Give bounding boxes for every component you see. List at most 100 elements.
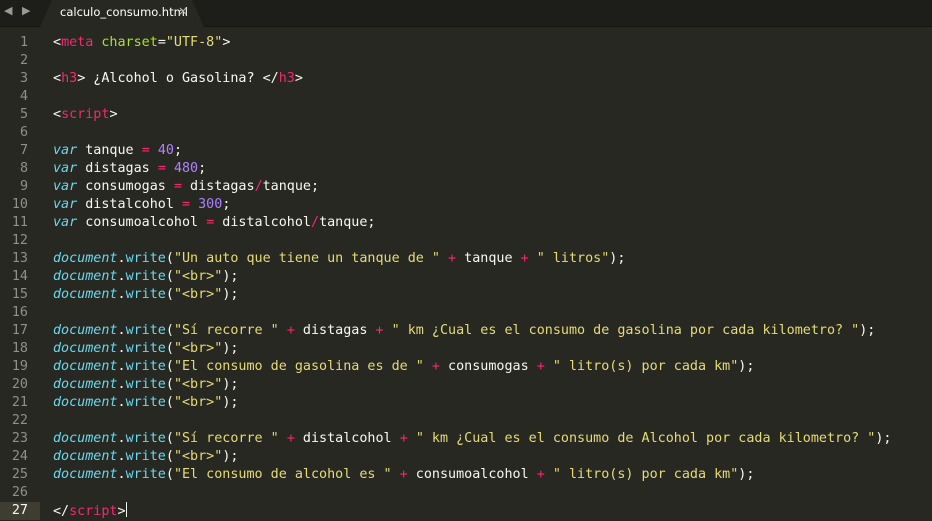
code-line[interactable]: 15 document.write("<br>"); bbox=[0, 286, 932, 304]
tab-calculo-consumo[interactable]: calculo_consumo.html × bbox=[40, 0, 204, 27]
line-number: 19 bbox=[11, 359, 28, 374]
line-number: 9 bbox=[19, 179, 28, 194]
code-line[interactable]: 10 var distalcohol = 300; bbox=[0, 196, 932, 214]
code-line[interactable]: 4 bbox=[0, 88, 932, 106]
code-text: distalcohol bbox=[294, 431, 400, 446]
code-line[interactable]: 25 document.write("El consumo de alcohol … bbox=[0, 466, 932, 484]
tab-label: calculo_consumo.html bbox=[60, 5, 188, 19]
code-text: < bbox=[53, 107, 62, 122]
line-number: 7 bbox=[19, 143, 28, 158]
keyword: document bbox=[53, 431, 118, 446]
code-line[interactable]: 9 var consumogas = distagas/tanque; bbox=[0, 178, 932, 196]
code-line[interactable]: 12 bbox=[0, 232, 932, 250]
code-text: ( bbox=[165, 323, 174, 338]
code-text: ); bbox=[222, 449, 239, 464]
code-line[interactable]: 1 <meta charset="UTF-8"> bbox=[0, 34, 932, 52]
code-text: ( bbox=[165, 395, 174, 410]
code-content: var consumoalcohol = distalcohol/tanque; bbox=[53, 214, 376, 232]
code-text: . bbox=[117, 431, 126, 446]
method-name: write bbox=[125, 341, 166, 356]
operator: + bbox=[399, 467, 408, 482]
code-line[interactable]: 7 var tanque = 40; bbox=[0, 142, 932, 160]
code-text: > bbox=[222, 35, 231, 50]
text-cursor bbox=[125, 502, 127, 517]
code-editor[interactable]: 1 <meta charset="UTF-8"> 2 3 <h3> ¿Alcohol o… bbox=[0, 27, 932, 520]
attribute-name: charset bbox=[101, 35, 158, 50]
tab-nav-arrows-icon[interactable]: ◀ ▶ bbox=[4, 4, 33, 17]
code-content: document.write("Sí recorre " + distalcoh… bbox=[53, 430, 891, 448]
operator: + bbox=[375, 323, 384, 338]
code-content: <meta charset="UTF-8"> bbox=[53, 34, 230, 52]
line-number: 13 bbox=[11, 251, 28, 266]
code-text: . bbox=[117, 449, 126, 464]
code-line[interactable]: 3 <h3> ¿Alcohol o Gasolina? </h3> bbox=[0, 70, 932, 88]
method-name: write bbox=[125, 467, 166, 482]
code-text: > ¿Alcohol o Gasolina? </ bbox=[77, 71, 279, 86]
keyword: document bbox=[53, 323, 118, 338]
code-line[interactable]: 27 </script> bbox=[0, 502, 932, 520]
code-line[interactable]: 19 document.write("El consumo de gasolina… bbox=[0, 358, 932, 376]
code-content: var consumogas = distagas/tanque; bbox=[53, 178, 319, 196]
line-number: 3 bbox=[19, 71, 28, 86]
code-text: ); bbox=[222, 377, 239, 392]
code-line[interactable]: 17 document.write("Sí recorre " + distaga… bbox=[0, 322, 932, 340]
code-line[interactable]: 2 bbox=[0, 52, 932, 70]
code-text: distalcohol bbox=[214, 215, 311, 230]
code-text: = bbox=[157, 35, 166, 50]
code-line[interactable]: 21 document.write("<br>"); bbox=[0, 394, 932, 412]
code-line[interactable]: 5 <script> bbox=[0, 106, 932, 124]
code-line[interactable]: 23 document.write("Sí recorre " + distalc… bbox=[0, 430, 932, 448]
code-line[interactable]: 16 bbox=[0, 304, 932, 322]
code-line[interactable]: 13 document.write("Un auto que tiene un t… bbox=[0, 250, 932, 268]
string-literal: "<br>" bbox=[173, 395, 223, 410]
code-line[interactable]: 14 document.write("<br>"); bbox=[0, 268, 932, 286]
keyword: var bbox=[53, 161, 78, 176]
operator: + bbox=[431, 359, 440, 374]
code-text: ); bbox=[738, 359, 755, 374]
code-text: distalcohol bbox=[77, 197, 182, 212]
method-name: write bbox=[125, 359, 166, 374]
code-line[interactable]: 8 var distagas = 480; bbox=[0, 160, 932, 178]
line-number: 1 bbox=[19, 35, 28, 50]
code-text: ); bbox=[859, 323, 876, 338]
line-number: 25 bbox=[11, 467, 28, 482]
number-literal: 480 bbox=[173, 161, 199, 176]
line-number: 26 bbox=[11, 485, 28, 500]
code-line[interactable]: 6 bbox=[0, 124, 932, 142]
close-icon[interactable]: × bbox=[178, 4, 188, 18]
string-literal: "<br>" bbox=[173, 377, 223, 392]
operator: + bbox=[536, 359, 545, 374]
code-line[interactable]: 11 var consumoalcohol = distalcohol/tanqu… bbox=[0, 214, 932, 232]
tag-name: h3 bbox=[61, 71, 78, 86]
line-number: 17 bbox=[11, 323, 28, 338]
code-text: ; bbox=[173, 143, 182, 158]
code-text: ); bbox=[222, 395, 239, 410]
line-number: 10 bbox=[11, 197, 28, 212]
method-name: write bbox=[125, 323, 166, 338]
code-line[interactable]: 26 bbox=[0, 484, 932, 502]
code-line[interactable]: 24 document.write("<br>"); bbox=[0, 448, 932, 466]
string-literal: "UTF-8" bbox=[165, 35, 223, 50]
code-line[interactable]: 22 bbox=[0, 412, 932, 430]
method-name: write bbox=[125, 377, 166, 392]
code-text: . bbox=[117, 467, 126, 482]
code-content: var distalcohol = 300; bbox=[53, 196, 230, 214]
code-line[interactable]: 18 document.write("<br>"); bbox=[0, 340, 932, 358]
code-content: document.write("<br>"); bbox=[53, 286, 238, 304]
tag-name: meta bbox=[61, 35, 94, 50]
string-literal: " km ¿Cual es el consumo de gasolina por… bbox=[391, 323, 860, 338]
operator: + bbox=[286, 323, 295, 338]
code-text: < bbox=[53, 71, 62, 86]
code-text: ( bbox=[165, 359, 174, 374]
code-text: tanque bbox=[456, 251, 521, 266]
code-text: </ bbox=[53, 504, 70, 519]
code-line[interactable]: 20 document.write("<br>"); bbox=[0, 376, 932, 394]
line-number: 22 bbox=[11, 413, 28, 428]
method-name: write bbox=[125, 431, 166, 446]
